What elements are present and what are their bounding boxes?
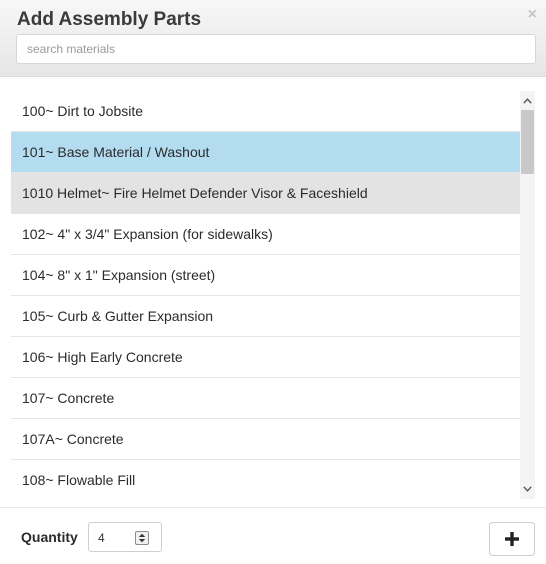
- close-icon[interactable]: ×: [528, 6, 537, 24]
- list-item[interactable]: 101~ Base Material / Washout: [11, 132, 520, 173]
- list-item[interactable]: 106~ High Early Concrete: [11, 337, 520, 378]
- chevron-down-icon[interactable]: [520, 481, 535, 497]
- materials-list: 100~ Dirt to Jobsite 101~ Base Material /…: [11, 91, 520, 499]
- dialog-footer: Quantity 4: [0, 507, 546, 564]
- list-item[interactable]: 102~ 4" x 3/4" Expansion (for sidewalks): [11, 214, 520, 255]
- add-part-button[interactable]: [489, 522, 535, 556]
- materials-list-container: 100~ Dirt to Jobsite 101~ Base Material /…: [11, 91, 535, 499]
- list-item[interactable]: 107A~ Concrete: [11, 419, 520, 460]
- scrollbar-thumb[interactable]: [521, 110, 534, 174]
- plus-icon: [505, 532, 519, 546]
- list-scrollbar[interactable]: [520, 91, 535, 499]
- dialog-title: Add Assembly Parts: [17, 9, 202, 30]
- list-item[interactable]: 104~ 8" x 1" Expansion (street): [11, 255, 520, 296]
- search-input[interactable]: [16, 34, 536, 64]
- list-item[interactable]: 1010 Helmet~ Fire Helmet Defender Visor …: [11, 173, 520, 214]
- dialog-header: Add Assembly Parts ×: [0, 0, 546, 77]
- spinner-arrows-icon[interactable]: [135, 531, 149, 545]
- quantity-label: Quantity: [21, 529, 78, 545]
- list-item[interactable]: 105~ Curb & Gutter Expansion: [11, 296, 520, 337]
- quantity-value[interactable]: 4: [98, 531, 105, 545]
- list-item[interactable]: 107~ Concrete: [11, 378, 520, 419]
- list-item[interactable]: 108~ Flowable Fill: [11, 460, 520, 499]
- list-item[interactable]: 100~ Dirt to Jobsite: [11, 91, 520, 132]
- chevron-up-icon[interactable]: [520, 93, 535, 109]
- quantity-stepper[interactable]: 4: [88, 522, 162, 552]
- add-assembly-parts-dialog: Add Assembly Parts × 100~ Dirt to Jobsit…: [0, 0, 546, 564]
